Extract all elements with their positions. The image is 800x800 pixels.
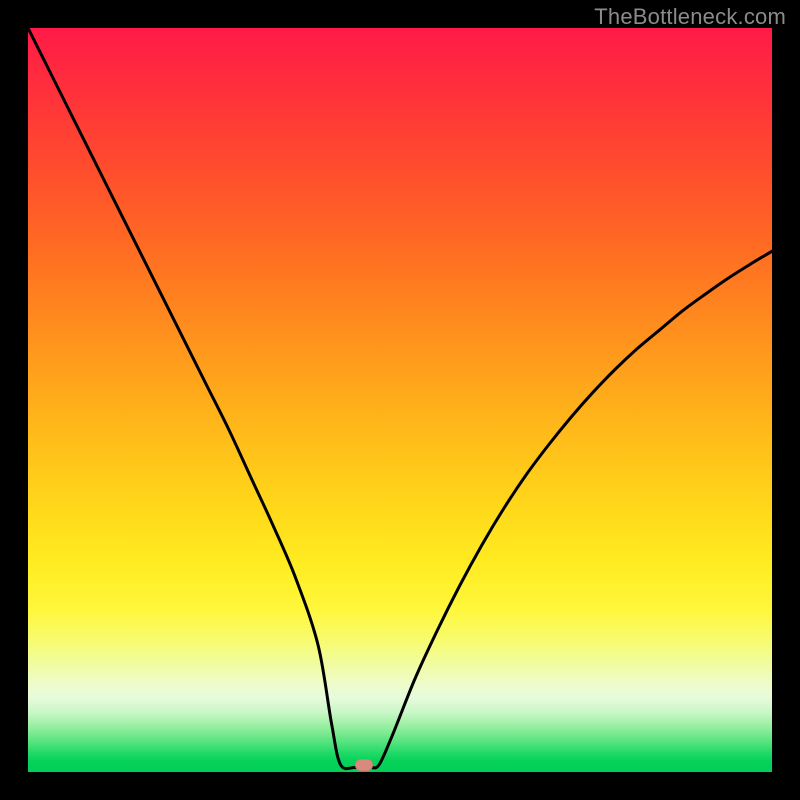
chart-frame: TheBottleneck.com xyxy=(0,0,800,800)
watermark-text: TheBottleneck.com xyxy=(594,4,786,30)
optimal-point-marker xyxy=(355,759,373,771)
plot-area xyxy=(28,28,772,772)
bottleneck-curve xyxy=(28,28,772,772)
